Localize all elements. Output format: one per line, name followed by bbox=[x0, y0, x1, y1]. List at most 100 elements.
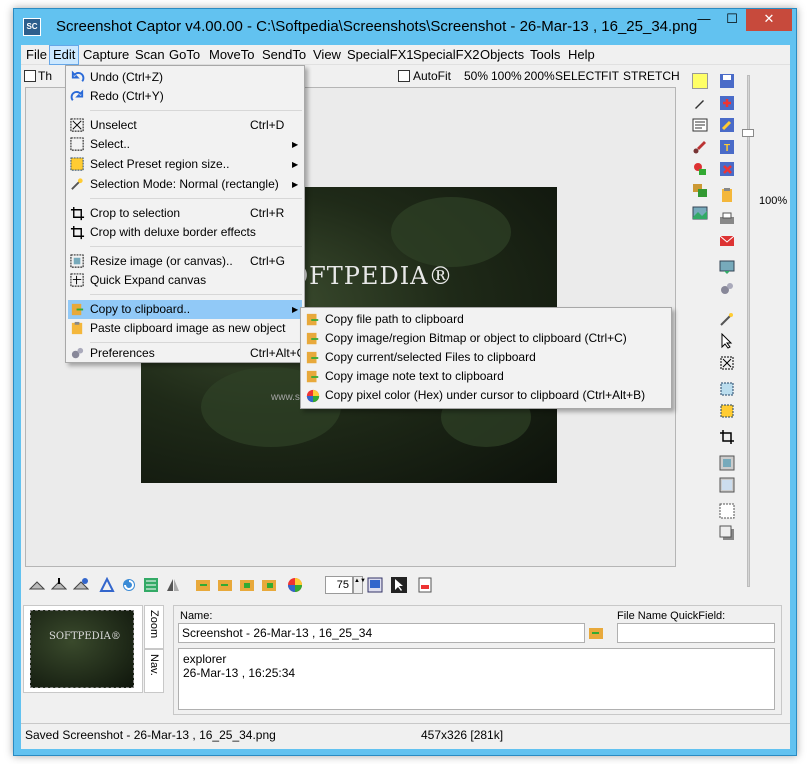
preset-region-tool-icon[interactable] bbox=[719, 403, 735, 419]
pointer-icon[interactable] bbox=[719, 333, 735, 349]
menu-item-unselect[interactable]: Unselect Ctrl+D bbox=[68, 116, 302, 135]
folder-prev-icon[interactable] bbox=[195, 577, 211, 593]
menu-item-preferences[interactable]: Preferences Ctrl+Alt+O bbox=[68, 344, 306, 363]
name-input[interactable]: Screenshot - 26-Mar-13 , 16_25_34 bbox=[178, 623, 585, 643]
highlight-icon[interactable] bbox=[692, 73, 708, 89]
menu-tools[interactable]: Tools bbox=[527, 45, 563, 65]
color-picker-icon[interactable] bbox=[99, 577, 115, 593]
menu-item-copy-to-clipboard[interactable]: Copy to clipboard.. ▶ bbox=[68, 300, 302, 319]
app-icon[interactable]: SC bbox=[23, 18, 41, 36]
quickfield-input[interactable] bbox=[617, 623, 775, 643]
menu-help[interactable]: Help bbox=[565, 45, 598, 65]
zoom-200-button[interactable]: 200% bbox=[524, 69, 555, 83]
menu-item-crop[interactable]: Crop to selection Ctrl+R bbox=[68, 204, 302, 223]
quality-stepper[interactable]: ▲▼ bbox=[353, 576, 366, 594]
stretch-button[interactable]: STRETCH bbox=[623, 69, 680, 83]
submenu-item-copy-bitmap[interactable]: Copy image/region Bitmap or object to cl… bbox=[303, 329, 669, 348]
tab-nav[interactable]: Nav. bbox=[144, 649, 164, 693]
menu-item-undo[interactable]: Undo (Ctrl+Z) bbox=[68, 68, 302, 87]
clipboard-icon[interactable] bbox=[719, 187, 735, 203]
folder-last-icon[interactable] bbox=[261, 577, 277, 593]
shadow-icon[interactable] bbox=[719, 525, 735, 541]
select-button[interactable]: SELECT bbox=[555, 69, 602, 83]
brush-icon[interactable] bbox=[692, 139, 708, 155]
autofit-checkbox[interactable] bbox=[398, 70, 410, 82]
upload-icon[interactable] bbox=[719, 259, 735, 275]
thumbnail-panel[interactable]: SOFTPEDIA® bbox=[23, 605, 143, 693]
menu-item-paste-new-object[interactable]: Paste clipboard image as new object bbox=[68, 319, 302, 338]
thumbnail-checkbox[interactable] bbox=[24, 70, 36, 82]
frame-icon[interactable] bbox=[719, 477, 735, 493]
close-button[interactable]: ✕ bbox=[746, 9, 792, 31]
menu-item-select[interactable]: Select.. ▶ bbox=[68, 135, 302, 154]
zoom-slider[interactable] bbox=[741, 71, 757, 591]
menu-sendto[interactable]: SendTo bbox=[259, 45, 309, 65]
caption-icon[interactable]: T bbox=[719, 139, 735, 155]
title-bar[interactable]: SC Screenshot Captor v4.00.00 - C:\Softp… bbox=[14, 9, 796, 45]
border-icon[interactable] bbox=[719, 455, 735, 471]
flip-icon[interactable] bbox=[165, 577, 181, 593]
submenu-item-copy-files[interactable]: Copy current/selected Files to clipboard bbox=[303, 348, 669, 367]
zoom-slider-track[interactable] bbox=[747, 75, 750, 587]
pen-icon[interactable] bbox=[692, 95, 708, 111]
folder-next-icon[interactable] bbox=[217, 577, 233, 593]
menu-moveto[interactable]: MoveTo bbox=[206, 45, 258, 65]
save-as-icon[interactable] bbox=[719, 95, 735, 111]
menu-item-quick-expand[interactable]: Quick Expand canvas bbox=[68, 271, 302, 290]
maximize-button[interactable]: ☐ bbox=[718, 9, 746, 31]
shapes-icon[interactable] bbox=[692, 161, 708, 177]
minimize-button[interactable]: — bbox=[690, 9, 718, 31]
menu-item-redo[interactable]: Redo (Ctrl+Y) bbox=[68, 87, 302, 106]
pdf-icon[interactable] bbox=[417, 577, 433, 593]
menu-objects[interactable]: Objects bbox=[477, 45, 527, 65]
email-icon[interactable] bbox=[719, 233, 735, 249]
list-icon[interactable] bbox=[143, 577, 159, 593]
submenu-item-copy-pixel-color[interactable]: Copy pixel color (Hex) under cursor to c… bbox=[303, 386, 669, 405]
save-icon[interactable] bbox=[719, 73, 735, 89]
zoom-100-button[interactable]: 100% bbox=[491, 69, 522, 83]
color-wheel-toolbar-icon[interactable] bbox=[287, 577, 303, 593]
menu-edit[interactable]: Edit bbox=[49, 45, 80, 65]
menu-goto[interactable]: GoTo bbox=[166, 45, 203, 65]
image-object-icon[interactable] bbox=[692, 205, 708, 221]
menu-item-crop-deluxe[interactable]: Crop with deluxe border effects bbox=[68, 223, 302, 242]
canvas-vertical-scrollbar[interactable] bbox=[679, 87, 687, 567]
menu-capture[interactable]: Capture bbox=[80, 45, 132, 65]
autofit-label[interactable]: AutoFit bbox=[413, 69, 451, 83]
menu-file[interactable]: File bbox=[23, 45, 50, 65]
scan-icon[interactable] bbox=[29, 577, 45, 593]
scan-settings-icon[interactable] bbox=[73, 577, 89, 593]
monitor-icon[interactable] bbox=[367, 577, 383, 593]
menu-view[interactable]: View bbox=[310, 45, 344, 65]
submenu-item-copy-file-path[interactable]: Copy file path to clipboard bbox=[303, 310, 669, 329]
submenu-item-copy-note-text[interactable]: Copy image note text to clipboard bbox=[303, 367, 669, 386]
scan-down-icon[interactable] bbox=[51, 577, 67, 593]
region-select-icon[interactable] bbox=[719, 381, 735, 397]
grid-icon[interactable] bbox=[719, 503, 735, 519]
menu-specialfx2[interactable]: SpecialFX2 bbox=[410, 45, 482, 65]
thumbnail-image[interactable]: SOFTPEDIA® bbox=[30, 610, 134, 688]
menu-scan[interactable]: Scan bbox=[132, 45, 168, 65]
rotate-icon[interactable] bbox=[121, 577, 137, 593]
magic-wand-icon[interactable] bbox=[719, 311, 735, 327]
text-note-icon[interactable] bbox=[692, 117, 708, 133]
print-icon[interactable] bbox=[719, 211, 735, 227]
folder-first-icon[interactable] bbox=[239, 577, 255, 593]
unselect-tool-icon[interactable] bbox=[719, 355, 735, 371]
rename-icon[interactable] bbox=[719, 117, 735, 133]
delete-icon[interactable] bbox=[719, 161, 735, 177]
rename-apply-icon[interactable] bbox=[588, 625, 604, 641]
quality-input[interactable]: 75 bbox=[325, 576, 353, 594]
cursor-tool-icon[interactable] bbox=[391, 577, 407, 593]
menu-item-resize[interactable]: Resize image (or canvas).. Ctrl+G bbox=[68, 252, 302, 271]
layers-icon[interactable] bbox=[692, 183, 708, 199]
menu-item-select-preset[interactable]: Select Preset region size.. ▶ bbox=[68, 155, 302, 174]
fit-button[interactable]: FIT bbox=[601, 69, 619, 83]
zoom-slider-thumb[interactable] bbox=[742, 129, 754, 137]
settings-gears-icon[interactable] bbox=[719, 281, 735, 297]
notes-textarea[interactable]: explorer 26-Mar-13 , 16:25:34 bbox=[178, 648, 775, 710]
menu-item-selection-mode[interactable]: Selection Mode: Normal (rectangle) ▶ bbox=[68, 175, 302, 194]
zoom-50-button[interactable]: 50% bbox=[464, 69, 488, 83]
tab-zoom[interactable]: Zoom bbox=[144, 605, 164, 649]
menu-specialfx1[interactable]: SpecialFX1 bbox=[344, 45, 416, 65]
